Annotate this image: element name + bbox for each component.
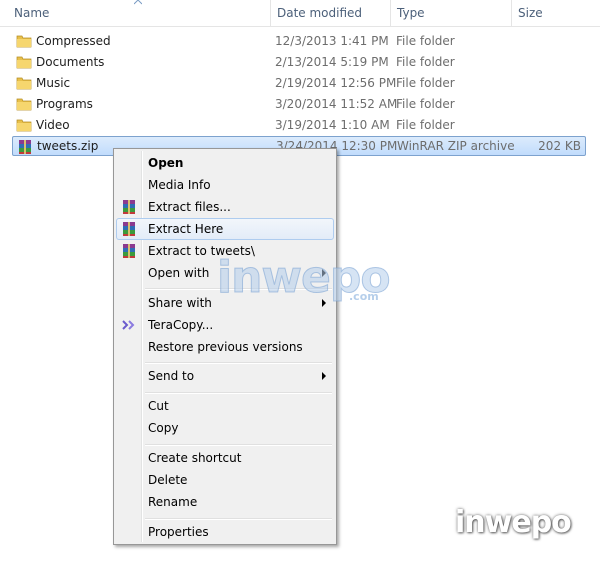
- winrar-icon: [123, 200, 135, 214]
- column-header-type[interactable]: Type: [390, 0, 511, 26]
- file-name: Music: [36, 76, 71, 90]
- submenu-arrow-icon: [322, 269, 326, 277]
- file-row-compressed[interactable]: Compressed 12/3/2013 1:41 PM File folder: [12, 31, 586, 51]
- menu-item-label: Media Info: [148, 178, 211, 192]
- file-type: File folder: [396, 34, 455, 48]
- submenu-arrow-icon: [322, 299, 326, 307]
- file-type: File folder: [396, 55, 455, 69]
- file-type: WinRAR ZIP archive: [397, 139, 515, 153]
- menu-item-restore-previous-versions[interactable]: Restore previous versions: [116, 336, 334, 358]
- menu-item-label: Open with: [148, 266, 210, 280]
- file-row-documents[interactable]: Documents 2/13/2014 5:19 PM File folder: [12, 52, 586, 72]
- file-date: 3/19/2014 1:10 AM: [275, 118, 390, 132]
- menu-item-label: Extract files...: [148, 200, 231, 214]
- column-header-size[interactable]: Size: [511, 0, 600, 26]
- watermark-suffix: .com: [349, 290, 379, 303]
- menu-separator: [145, 288, 332, 290]
- submenu-arrow-icon: [322, 372, 326, 380]
- menu-item-label: Cut: [148, 399, 169, 413]
- menu-item-label: TeraCopy...: [148, 318, 214, 332]
- folder-icon: [16, 119, 32, 132]
- file-row-video[interactable]: Video 3/19/2014 1:10 AM File folder: [12, 115, 586, 135]
- menu-separator: [145, 392, 332, 394]
- menu-item-extract-files[interactable]: Extract files...: [116, 196, 334, 218]
- menu-item-label: Send to: [148, 369, 195, 383]
- watermark-logo-corner: inwepo: [455, 505, 585, 545]
- winrar-icon: [123, 222, 135, 236]
- menu-item-label: Extract to tweets\: [148, 244, 255, 258]
- file-size: 202 KB: [538, 139, 581, 153]
- menu-item-share-with[interactable]: Share with: [116, 292, 334, 314]
- menu-separator: [145, 362, 332, 364]
- menu-item-rename[interactable]: Rename: [116, 491, 334, 513]
- menu-item-label: Properties: [148, 525, 209, 539]
- file-name: tweets.zip: [37, 139, 99, 153]
- winrar-icon: [123, 244, 135, 258]
- watermark-text: inwepo: [455, 505, 572, 540]
- file-name: Video: [36, 118, 70, 132]
- file-date: 2/13/2014 5:19 PM: [275, 55, 389, 69]
- file-name: Documents: [36, 55, 105, 69]
- sort-ascending-icon: [134, 0, 142, 5]
- file-row-music[interactable]: Music 2/19/2014 12:56 PM File folder: [12, 73, 586, 93]
- folder-icon: [16, 77, 32, 90]
- menu-item-label: Copy: [148, 421, 179, 435]
- menu-item-copy[interactable]: Copy: [116, 417, 334, 439]
- folder-icon: [16, 35, 32, 48]
- menu-item-delete[interactable]: Delete: [116, 469, 334, 491]
- file-name: Compressed: [36, 34, 111, 48]
- menu-item-label: Rename: [148, 495, 198, 509]
- file-type: File folder: [396, 97, 455, 111]
- menu-item-extract-here[interactable]: Extract Here: [116, 218, 334, 240]
- menu-item-label: Restore previous versions: [148, 340, 303, 354]
- menu-item-teracopy[interactable]: TeraCopy...: [116, 314, 334, 336]
- menu-item-extract-to-folder[interactable]: Extract to tweets\: [116, 240, 334, 262]
- file-date: 3/20/2014 11:52 AM: [275, 97, 398, 111]
- menu-item-create-shortcut[interactable]: Create shortcut: [116, 447, 334, 469]
- file-row-programs[interactable]: Programs 3/20/2014 11:52 AM File folder: [12, 94, 586, 114]
- winrar-archive-icon: [19, 140, 31, 154]
- file-type: File folder: [396, 76, 455, 90]
- column-header: Name Date modified Type Size: [0, 0, 600, 27]
- file-date: 2/19/2014 12:56 PM: [275, 76, 397, 90]
- context-menu: Open Media Info Extract files... Extract…: [113, 148, 337, 545]
- column-header-date-modified[interactable]: Date modified: [270, 0, 390, 26]
- menu-item-label: Open: [148, 156, 184, 170]
- menu-item-open[interactable]: Open: [116, 152, 334, 174]
- menu-item-label: Share with: [148, 296, 212, 310]
- menu-item-label: Extract Here: [148, 222, 224, 236]
- file-date: 12/3/2013 1:41 PM: [275, 34, 389, 48]
- menu-item-label: Create shortcut: [148, 451, 242, 465]
- menu-item-properties[interactable]: Properties: [116, 521, 334, 543]
- menu-separator: [145, 444, 332, 446]
- teracopy-icon: [122, 320, 135, 330]
- menu-separator: [145, 518, 332, 520]
- menu-item-media-info[interactable]: Media Info: [116, 174, 334, 196]
- file-type: File folder: [396, 118, 455, 132]
- menu-item-label: Delete: [148, 473, 188, 487]
- folder-icon: [16, 98, 32, 111]
- menu-item-open-with[interactable]: Open with: [116, 262, 334, 284]
- file-name: Programs: [36, 97, 93, 111]
- menu-item-send-to[interactable]: Send to: [116, 365, 334, 387]
- folder-icon: [16, 56, 32, 69]
- menu-item-cut[interactable]: Cut: [116, 395, 334, 417]
